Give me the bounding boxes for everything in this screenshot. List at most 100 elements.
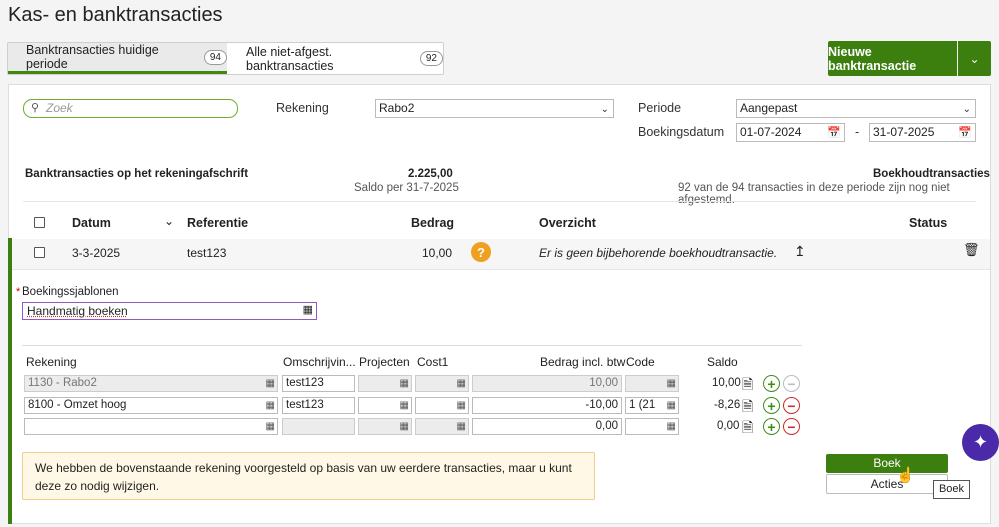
line-col-rekening: Rekening bbox=[26, 355, 77, 369]
trash-icon[interactable]: 🗑 bbox=[963, 242, 980, 258]
add-line-icon[interactable]: + bbox=[763, 418, 780, 435]
template-input[interactable]: Handmatig boeken ▦ bbox=[22, 302, 317, 320]
date-to-value: 31-07-2025 bbox=[873, 125, 935, 139]
line-code-field[interactable]: 1 (21 ▦ bbox=[625, 397, 679, 414]
new-bank-transaction-button[interactable]: Nieuwe banktransactie bbox=[828, 41, 957, 76]
date-separator: - bbox=[855, 125, 860, 139]
row-checkbox[interactable] bbox=[34, 247, 45, 258]
suggestion-note: We hebben de bovenstaande rekening voorg… bbox=[22, 452, 595, 500]
question-icon[interactable]: ? bbox=[471, 242, 491, 262]
add-line-icon[interactable]: + bbox=[763, 397, 780, 414]
calendar-icon[interactable]: 📅 bbox=[958, 125, 972, 142]
rekening-label: Rekening bbox=[276, 101, 329, 115]
tab-current-period[interactable]: Banktransacties huidige periode 94 bbox=[8, 43, 227, 74]
upload-icon[interactable]: ↥ bbox=[794, 243, 806, 260]
line-omschrijving-field bbox=[282, 418, 355, 435]
line-projecten-field: ▦ bbox=[358, 418, 412, 435]
saldo-date: Saldo per 31-7-2025 bbox=[354, 182, 459, 194]
date-from-input[interactable]: 01-07-2024 📅 bbox=[736, 123, 845, 142]
chevron-down-icon: ⌄ bbox=[962, 104, 971, 115]
lookup-icon: ▦ bbox=[399, 421, 409, 432]
search-icon: ⚲ bbox=[31, 102, 40, 114]
line-cost1-field: ▦ bbox=[415, 418, 469, 435]
document-search-icon[interactable]: 🗎 bbox=[742, 374, 753, 398]
boekingsdatum-label: Boekingsdatum bbox=[638, 125, 725, 139]
search-placeholder: Zoek bbox=[46, 101, 73, 115]
line-col-omschrijving: Omschrijvin... bbox=[283, 355, 356, 369]
tab-label: Alle niet-afgest. banktransacties bbox=[246, 44, 334, 73]
line-saldo: 10,00 bbox=[712, 377, 741, 389]
chevron-down-icon: ⌄ bbox=[600, 104, 609, 115]
lookup-icon: ▦ bbox=[456, 378, 466, 389]
line-bedrag-field[interactable]: -10,00 bbox=[472, 397, 622, 414]
line-rekening-field: 1130 - Rabo2 ▦ bbox=[24, 375, 278, 392]
lookup-icon: ▦ bbox=[666, 400, 676, 411]
line-omschrijving-field[interactable]: test123 bbox=[282, 375, 355, 392]
divider bbox=[22, 345, 802, 346]
row-datum: 3-3-2025 bbox=[72, 246, 121, 260]
periode-label: Periode bbox=[638, 101, 682, 115]
line-projecten-field: ▦ bbox=[358, 375, 412, 392]
periode-select[interactable]: Aangepast ⌄ bbox=[736, 99, 976, 118]
col-overzicht: Overzicht bbox=[539, 216, 596, 230]
tab-label: Banktransacties huidige periode bbox=[26, 43, 159, 71]
acties-button[interactable]: Acties bbox=[826, 474, 948, 494]
template-label: Boekingssjablonen bbox=[22, 286, 119, 298]
required-marker: * bbox=[16, 286, 21, 298]
statement-amount: 2.225,00 bbox=[408, 168, 453, 180]
row-bedrag: 10,00 bbox=[422, 246, 453, 260]
new-transaction-dropdown-button[interactable]: ⌄ bbox=[958, 41, 991, 76]
divider bbox=[23, 201, 976, 202]
line-bedrag-field[interactable]: 0,00 bbox=[472, 418, 622, 435]
lookup-icon: ▦ bbox=[399, 378, 409, 389]
date-to-input[interactable]: 31-07-2025 📅 bbox=[869, 123, 976, 142]
row-overzicht: Er is geen bijbehorende boekhoudtransact… bbox=[539, 246, 778, 260]
col-status: Status bbox=[909, 216, 948, 230]
col-datum[interactable]: Datum bbox=[72, 216, 111, 230]
lookup-icon: ▦ bbox=[399, 400, 409, 411]
lookup-icon[interactable]: ▦ bbox=[303, 303, 313, 316]
bookkeeping-title: Boekhoudtransacties bbox=[873, 168, 990, 180]
divider bbox=[12, 269, 990, 270]
rekening-value: Rabo2 bbox=[379, 101, 415, 115]
line-col-cost1: Cost1 bbox=[417, 355, 449, 369]
remove-line-icon[interactable]: − bbox=[783, 397, 800, 414]
boek-button[interactable]: Boek bbox=[826, 454, 948, 473]
count-badge: 92 bbox=[419, 51, 443, 66]
select-all-checkbox[interactable] bbox=[34, 217, 45, 228]
line-saldo: 0,00 bbox=[717, 420, 740, 432]
lookup-icon: ▦ bbox=[265, 421, 275, 432]
line-code-field: ▦ bbox=[625, 375, 679, 392]
bank-statement-title: Banktransacties op het rekeningafschrift bbox=[25, 168, 249, 180]
rekening-select[interactable]: Rabo2 ⌄ bbox=[375, 99, 614, 118]
line-cost1-field: ▦ bbox=[415, 375, 469, 392]
line-saldo: -8,26 bbox=[714, 399, 741, 411]
line-projecten-field[interactable]: ▦ bbox=[358, 397, 412, 414]
date-from-value: 01-07-2024 bbox=[740, 125, 802, 139]
sort-chevron-icon[interactable]: ⌄ bbox=[164, 214, 174, 228]
ai-assistant-icon[interactable]: ✦ bbox=[962, 424, 999, 461]
line-rekening-field[interactable]: 8100 - Omzet hoog ▦ bbox=[24, 397, 278, 414]
line-col-bedrag: Bedrag incl. btw bbox=[540, 355, 626, 369]
col-bedrag: Bedrag bbox=[411, 216, 455, 230]
calendar-icon[interactable]: 📅 bbox=[827, 125, 841, 142]
template-value: Handmatig boeken bbox=[27, 304, 128, 318]
lookup-icon: ▦ bbox=[456, 421, 466, 432]
count-badge: 94 bbox=[203, 49, 227, 65]
document-search-icon[interactable]: 🗎 bbox=[742, 417, 753, 441]
remove-line-icon[interactable]: − bbox=[783, 418, 800, 435]
line-cost1-field[interactable]: ▦ bbox=[415, 397, 469, 414]
table-row[interactable] bbox=[12, 239, 990, 269]
add-line-icon[interactable]: + bbox=[763, 375, 780, 392]
col-referentie: Referentie bbox=[187, 216, 249, 230]
lookup-icon: ▦ bbox=[666, 421, 676, 432]
chevron-down-icon: ⌄ bbox=[969, 51, 980, 66]
line-col-projecten: Projecten bbox=[359, 355, 410, 369]
line-rekening-field[interactable]: ▦ bbox=[24, 418, 278, 435]
lookup-icon: ▦ bbox=[265, 378, 275, 389]
line-code-field[interactable]: ▦ bbox=[625, 418, 679, 435]
line-omschrijving-field[interactable]: test123 bbox=[282, 397, 355, 414]
tab-all-unreconciled[interactable]: Alle niet-afgest. banktransacties 92 bbox=[227, 43, 443, 74]
selected-row-indicator bbox=[8, 238, 12, 524]
boek-tooltip: Boek bbox=[933, 480, 970, 499]
